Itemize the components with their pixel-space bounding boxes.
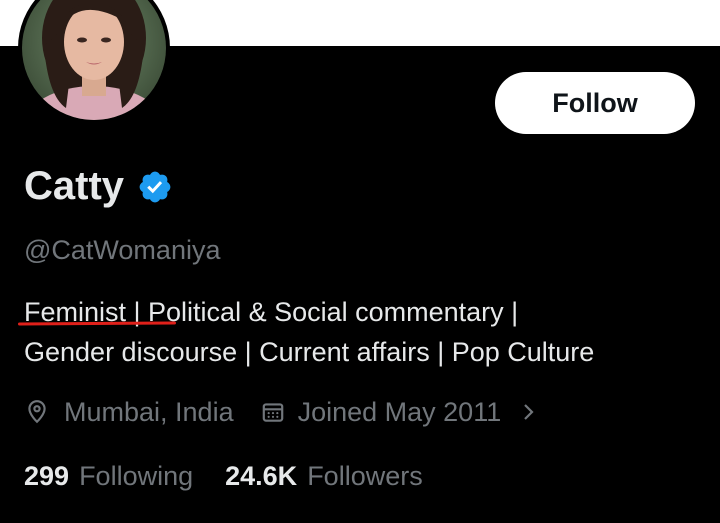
joined-text: Joined May 2011 — [297, 397, 502, 427]
avatar-photo — [22, 0, 166, 120]
location-text: Mumbai, India — [64, 397, 234, 427]
followers-link[interactable]: 24.6K Followers — [225, 459, 423, 493]
followers-label: Followers — [307, 461, 423, 491]
following-link[interactable]: 299 Following — [24, 459, 193, 493]
location-pin-icon — [28, 400, 46, 424]
calendar-icon — [262, 403, 283, 422]
display-name: Catty — [24, 164, 125, 208]
verified-badge-icon[interactable] — [137, 169, 173, 205]
follow-button[interactable]: Follow — [495, 72, 695, 134]
followers-count: 24.6K — [225, 461, 298, 491]
profile-meta: Mumbai, India Joined May 2011 — [24, 395, 539, 429]
profile-bio: Feminist | Political & Social commentary… — [24, 292, 704, 372]
joined-item: Joined May 2011 — [260, 395, 502, 429]
bio-line: Gender discourse | Current affairs | Pop… — [24, 337, 595, 367]
following-label: Following — [79, 461, 194, 491]
follow-stats: 299 Following 24.6K Followers — [24, 459, 423, 493]
name-row: Catty — [24, 162, 173, 210]
chevron-right-icon[interactable] — [519, 400, 539, 424]
profile-handle: @CatWomaniya — [24, 235, 221, 265]
location-item: Mumbai, India — [24, 395, 234, 429]
avatar[interactable] — [18, 0, 170, 124]
following-count: 299 — [24, 461, 70, 491]
bio-line: Feminist | Political & Social commentary… — [24, 297, 519, 327]
